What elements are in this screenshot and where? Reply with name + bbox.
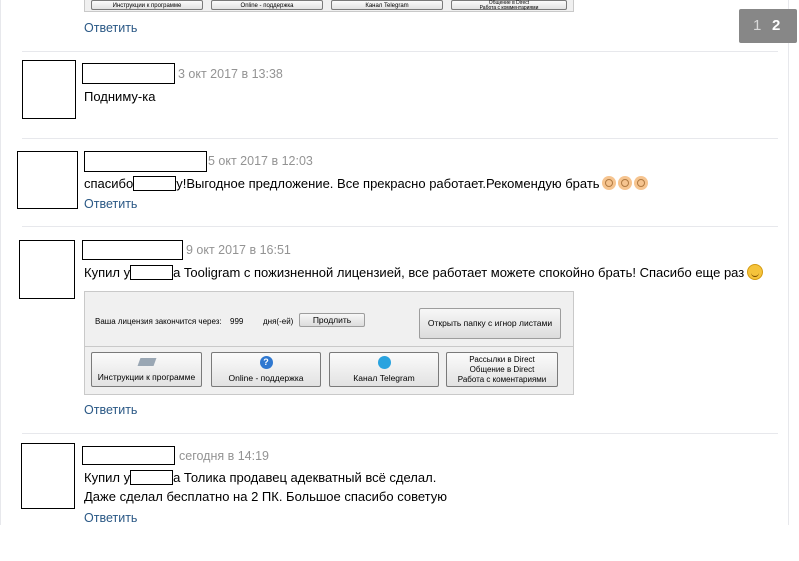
divider [22,51,778,52]
telegram-icon [377,356,391,369]
author-name-redacted[interactable] [82,63,175,84]
comment-text: Подниму-ка [84,89,156,104]
support-label: Online - поддержка [228,373,304,383]
avatar[interactable] [19,240,75,299]
left-border [0,0,1,525]
strip-btn-instructions: Инструкции к программе [91,0,203,10]
comment-text-part: Купил у [84,470,131,485]
comment-date[interactable]: 5 окт 2017 в 12:03 [208,154,313,168]
open-folder-button[interactable]: Открыть папку с игнор листами [419,308,561,339]
avatar[interactable] [17,151,78,209]
avatar[interactable] [22,60,76,119]
author-name-redacted[interactable] [82,240,183,260]
comment-text: Купил у а Tooligram с пожизненной лицензи… [84,264,764,280]
comment-text-part: у!Выгодное предложение. Все прекрасно ра… [176,176,600,191]
extend-button[interactable]: Продлить [299,313,365,327]
avatar[interactable] [21,443,75,509]
divider [22,433,778,434]
comment-date[interactable]: сегодня в 14:19 [179,449,269,463]
reply-link[interactable]: Ответить [84,511,137,525]
comment-date[interactable]: 3 окт 2017 в 13:38 [178,67,283,81]
direct-line-3: Работа с коментариями [457,375,547,384]
license-label: Ваша лицензия закончится через: [95,317,222,326]
attached-screenshot[interactable]: Ваша лицензия закончится через: 999 дня(… [84,291,574,395]
help-icon: ? [259,356,273,369]
top-screenshot-strip: Инструкции к программе Online - поддержк… [84,0,574,12]
license-days: 999 [230,317,244,326]
instructions-button[interactable]: Инструкции к программе [91,352,202,387]
redacted-name [130,470,174,485]
reply-link[interactable]: Ответить [84,21,137,35]
comment-text-part: Купил у [84,265,131,280]
pagination: 1 2 [739,9,797,43]
book-icon [137,358,156,366]
divider [22,138,778,139]
author-name-redacted[interactable] [82,446,175,465]
redacted-name [130,265,174,280]
comment-text-part: спасибо [84,176,134,191]
right-border [788,0,789,525]
comment-text: спасибо у!Выгодное предложение. Все прекр… [84,176,648,191]
telegram-label: Канал Telegram [353,373,415,383]
strip-direct-line2: Работа с комментариями [479,5,539,11]
direct-line-2: Общение в Direct [469,365,535,374]
direct-line-1: Рассылки в Direct [469,355,535,364]
telegram-button[interactable]: Канал Telegram [329,352,439,387]
divider [22,226,778,227]
strip-btn-support: Online - поддержка [211,0,323,10]
support-button[interactable]: ? Online - поддержка [211,352,321,387]
ok-hand-emoji-icon [617,176,632,190]
page-1-link[interactable]: 1 [753,17,761,34]
comment-text-part: а Толика продавец адекватный всё сделал. [173,470,437,485]
ok-hand-emoji-icon [601,176,616,190]
instructions-label: Инструкции к программе [97,372,196,382]
reply-link[interactable]: Ответить [84,197,137,211]
days-unit: дня(-ей) [263,317,294,326]
comment-date[interactable]: 9 окт 2017 в 16:51 [186,243,291,257]
comment-text-line-1: Купил у а Толика продавец адекватный всё … [84,470,436,485]
author-name-redacted[interactable] [84,151,207,172]
page-2-current: 2 [772,17,781,34]
direct-button[interactable]: Рассылки в Direct Общение в Direct Работ… [446,352,558,387]
screenshot-divider [85,346,573,347]
ok-hand-emoji-icon [633,176,648,190]
strip-btn-telegram: Канал Telegram [331,0,443,10]
comment-text-line-2: Даже сделал бесплатно на 2 ПК. Большое с… [84,489,447,504]
relieved-face-emoji-icon [747,264,764,280]
comment-text-part: а Tooligram с пожизненной лицензией, все… [173,265,745,280]
strip-btn-direct: Общение в Direct Работа с комментариями [451,0,567,11]
reply-link[interactable]: Ответить [84,403,137,417]
redacted-name [133,176,177,191]
